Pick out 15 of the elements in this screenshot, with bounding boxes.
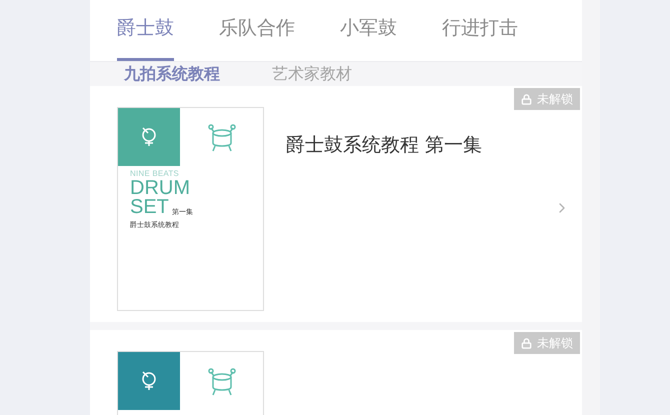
category-tab[interactable]: 小军鼓 xyxy=(340,0,397,61)
category-tab[interactable]: 行进打击 xyxy=(442,0,518,61)
drum-icon xyxy=(206,124,236,152)
lock-icon xyxy=(521,338,532,348)
course-title: 爵士鼓系统教程 第一集 xyxy=(286,133,484,158)
emblem-icon xyxy=(140,126,158,148)
cover-title: DRUM xyxy=(130,179,191,198)
cover-series: NINE BEATS xyxy=(130,169,180,179)
subcategory-tab[interactable]: 艺术家教材 xyxy=(272,62,352,86)
subcategory-tab[interactable]: 九拍系统教程 xyxy=(124,62,220,86)
category-tab[interactable]: 乐队合作 xyxy=(219,0,295,61)
cover-title: SET xyxy=(130,198,169,217)
emblem-icon xyxy=(140,370,158,392)
lock-icon xyxy=(521,94,532,104)
drum-icon xyxy=(206,368,236,396)
